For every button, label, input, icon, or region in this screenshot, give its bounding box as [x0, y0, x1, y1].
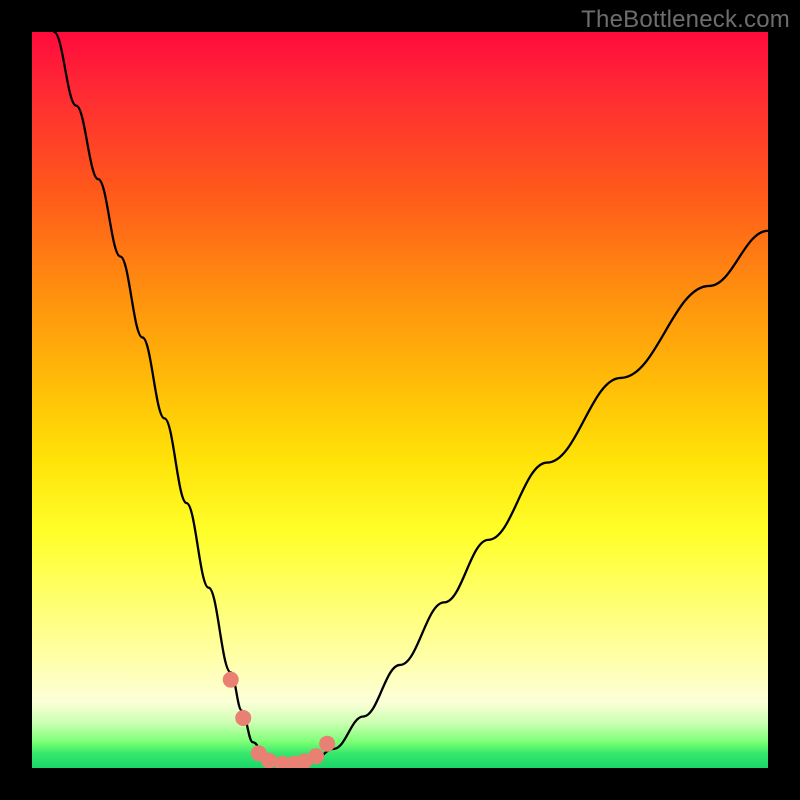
marker-group [223, 672, 335, 768]
curve-svg [32, 32, 768, 768]
marker-point [223, 672, 239, 688]
watermark-text: TheBottleneck.com [581, 6, 790, 34]
marker-point [235, 710, 251, 726]
marker-point [308, 748, 324, 764]
marker-point [319, 736, 335, 752]
plot-area [32, 32, 768, 768]
chart-frame: TheBottleneck.com [0, 0, 800, 800]
bottleneck-curve [54, 32, 768, 764]
